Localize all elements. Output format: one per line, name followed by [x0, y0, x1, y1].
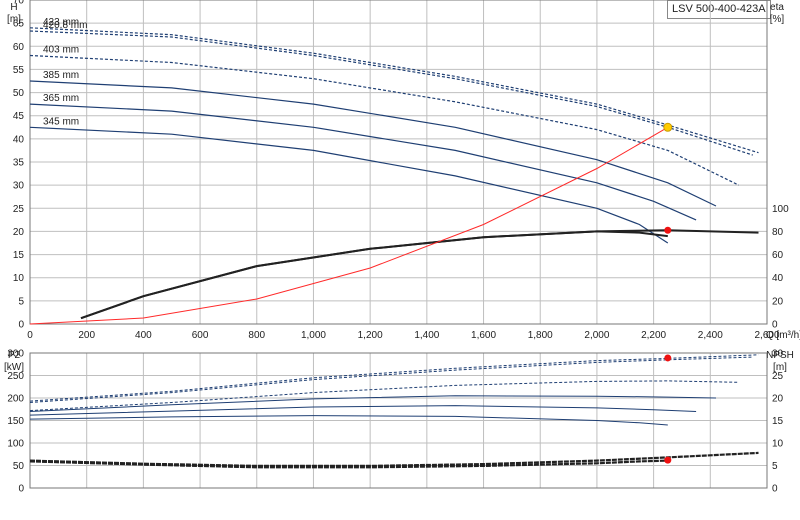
q-tick-label: 400 — [135, 330, 152, 341]
q-tick-label: 2,000 — [584, 330, 609, 341]
h-tick-label: 45 — [13, 111, 25, 122]
q-tick-label: 2,200 — [641, 330, 666, 341]
npsh-point — [664, 456, 672, 464]
eta-point — [664, 226, 672, 234]
q-tick-label: 600 — [192, 330, 209, 341]
q-tick-label: 800 — [248, 330, 265, 341]
h-tick-label: 20 — [13, 227, 25, 238]
p2-tick-label: 100 — [7, 439, 24, 450]
npsh-tick-label: 10 — [772, 439, 784, 450]
duty-point — [663, 122, 673, 132]
q-tick-label: 1,200 — [358, 330, 383, 341]
pump-curve-chart: 0510152025303540455055606570020406080100… — [4, 0, 800, 495]
h-axis-unit: [m] — [7, 14, 21, 25]
h-tick-label: 35 — [13, 158, 25, 169]
h-tick-label: 10 — [13, 273, 25, 284]
npsh-axis-unit: [m] — [773, 362, 787, 373]
power-curve-420-8-mm — [29, 356, 753, 403]
eta-tick-label: 40 — [772, 273, 784, 284]
p2-tick-label: 0 — [18, 484, 24, 495]
p2-tick-label: 150 — [7, 416, 24, 427]
npsh-axis-label: NPSH — [766, 350, 794, 361]
p2-axis-unit: [kW] — [4, 362, 24, 373]
efficiency-curve — [80, 230, 668, 320]
eta-tick-label: 100 — [772, 204, 789, 215]
q-tick-label: 1,600 — [471, 330, 496, 341]
h-tick-label: 0 — [18, 320, 24, 331]
eta-tick-label: 0 — [772, 320, 778, 331]
power-curve-423-mm — [29, 354, 759, 402]
diameter-label: 345 mm — [43, 116, 79, 127]
q-axis-label: Q [m³/h] — [766, 330, 800, 341]
eta-tick-label: 60 — [772, 250, 784, 261]
npsh-tick-label: 15 — [772, 416, 784, 427]
q-tick-label: 1,000 — [301, 330, 326, 341]
diameter-label: 420.8 mm — [43, 20, 87, 31]
h-tick-label: 25 — [13, 204, 25, 215]
head-curve-403-mm — [29, 54, 739, 186]
q-tick-label: 0 — [27, 330, 33, 341]
npsh-tick-label: 5 — [772, 461, 778, 472]
diameter-label: 403 mm — [43, 45, 79, 56]
q-tick-label: 1,800 — [528, 330, 553, 341]
p2-tick-label: 50 — [13, 461, 25, 472]
h-tick-label: 15 — [13, 250, 25, 261]
h-tick-label: 30 — [13, 181, 25, 192]
diameter-label: 365 mm — [43, 93, 79, 104]
eta-tick-label: 80 — [772, 227, 784, 238]
p2-tick-label: 200 — [7, 394, 24, 405]
npsh-tick-label: 20 — [772, 394, 784, 405]
eta-tick-label: 20 — [772, 296, 784, 307]
head-curve-385-mm — [29, 80, 717, 207]
h-axis-label: H — [10, 2, 17, 13]
h-tick-label: 5 — [18, 296, 24, 307]
p2-axis-label: P2 — [8, 350, 21, 361]
h-tick-label: 60 — [13, 42, 25, 53]
power-point — [664, 354, 672, 362]
eta-axis-unit: [%] — [770, 14, 785, 25]
q-tick-label: 200 — [78, 330, 95, 341]
eta-axis-label: eta — [770, 2, 784, 13]
npsh-tick-label: 0 — [772, 484, 778, 495]
h-tick-label: 50 — [13, 88, 25, 99]
h-tick-label: 55 — [13, 65, 25, 76]
q-tick-label: 1,400 — [414, 330, 439, 341]
diameter-label: 385 mm — [43, 70, 79, 81]
q-tick-label: 2,400 — [698, 330, 723, 341]
h-tick-label: 40 — [13, 134, 25, 145]
